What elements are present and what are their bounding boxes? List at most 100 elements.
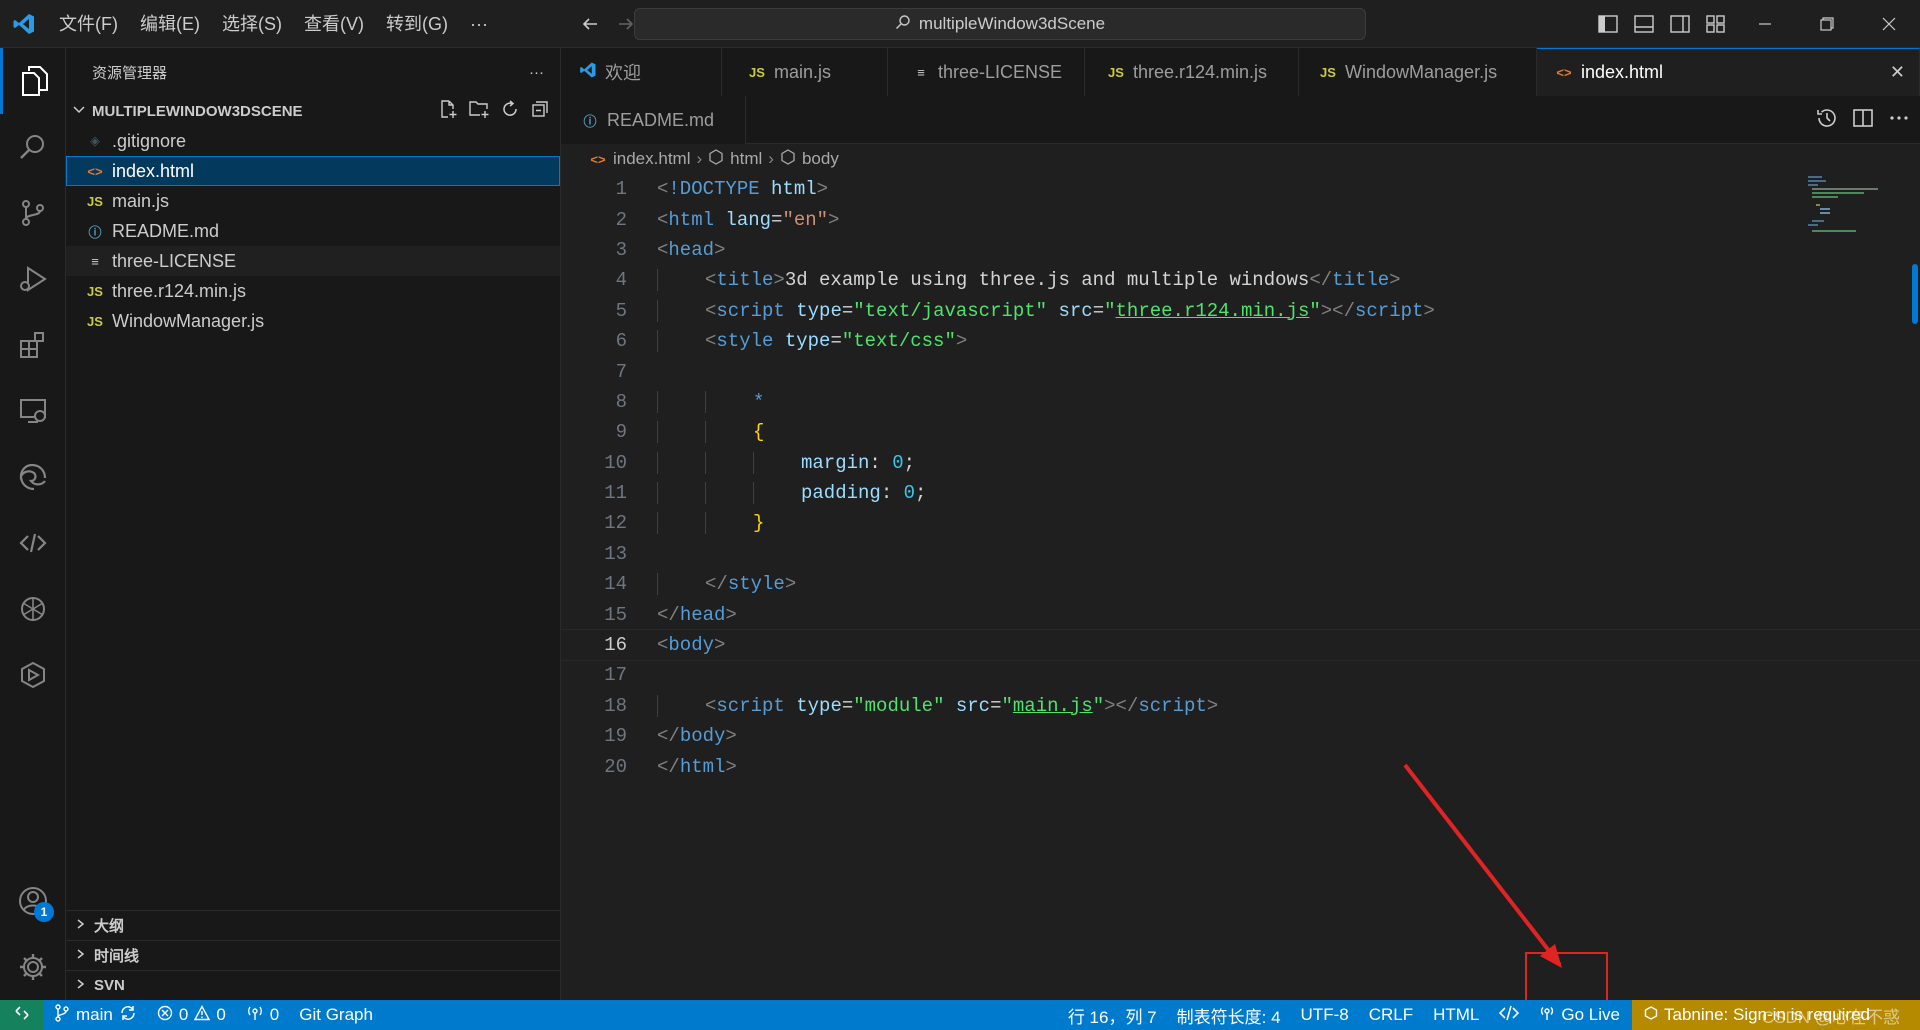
menu-edit[interactable]: 编辑(E) <box>129 0 211 48</box>
code-line[interactable]: 17 <box>561 660 1920 690</box>
new-file-icon[interactable] <box>438 99 458 123</box>
code-line[interactable]: 20 </html> <box>561 751 1920 781</box>
sync-icon[interactable] <box>119 1004 137 1027</box>
problems-status[interactable]: 0 0 <box>147 1000 236 1030</box>
code-line[interactable]: 11 padding: 0; <box>561 478 1920 508</box>
code-line[interactable]: 9{ <box>561 417 1920 447</box>
code-line[interactable]: 16 <body> <box>560 628 1920 662</box>
breadcrumb-html[interactable]: html <box>730 149 762 169</box>
live-share-icon[interactable] <box>0 510 66 576</box>
command-center-search[interactable]: multipleWindow3dScene <box>634 8 1366 40</box>
git-graph-button[interactable]: Git Graph <box>289 1000 383 1030</box>
toggle-secondary-sidebar-icon[interactable] <box>1662 6 1698 42</box>
eol-status[interactable]: CRLF <box>1359 1000 1423 1030</box>
remote-icon <box>14 1005 30 1026</box>
split-editor-icon[interactable] <box>1852 107 1874 134</box>
codewhisperer-icon[interactable] <box>0 642 66 708</box>
outline-panel[interactable]: 大纲 <box>66 910 560 940</box>
indentation-status[interactable]: 制表符长度: 4 <box>1167 1000 1291 1030</box>
tab-welcome[interactable]: 欢迎 <box>561 48 722 96</box>
workspace-folder[interactable]: MULTIPLEWINDOW3DSCENE <box>66 96 560 126</box>
language-mode[interactable]: HTML <box>1423 1000 1489 1030</box>
live-share-status[interactable] <box>1489 1000 1529 1030</box>
restore-icon[interactable] <box>1796 0 1858 48</box>
timeline-panel[interactable]: 时间线 <box>66 940 560 970</box>
indent-guide <box>705 421 706 444</box>
code-line[interactable]: 7 <box>561 356 1920 386</box>
git-branch-status[interactable]: main <box>44 1000 147 1030</box>
code-line[interactable]: 19 </body> <box>561 721 1920 751</box>
tab-three-min-js[interactable]: JS three.r124.min.js <box>1085 48 1299 96</box>
search-icon[interactable] <box>0 114 66 180</box>
code-line[interactable]: 5 <script type="text/javascript" src="thr… <box>561 296 1920 326</box>
code-line[interactable]: 14 </style> <box>561 569 1920 599</box>
tab-main-js[interactable]: JS main.js <box>722 48 888 96</box>
svn-panel[interactable]: SVN <box>66 970 560 1000</box>
encoding-status[interactable]: UTF-8 <box>1291 1000 1359 1030</box>
go-live-button[interactable]: Go Live <box>1529 1000 1632 1030</box>
minimize-icon[interactable] <box>1734 0 1796 48</box>
explorer-icon[interactable] <box>0 48 66 114</box>
menu-selection[interactable]: 选择(S) <box>211 0 293 48</box>
extensions-icon[interactable] <box>0 312 66 378</box>
tab-window-manager-js[interactable]: JS WindowManager.js <box>1299 48 1537 96</box>
file-item-three-r124-min-js[interactable]: JS three.r124.min.js <box>66 276 560 306</box>
tab-index-html[interactable]: <> index.html ✕ <box>1537 48 1920 96</box>
close-tab-icon[interactable]: ✕ <box>1890 62 1905 83</box>
more-actions-icon[interactable] <box>1888 107 1910 134</box>
code-line[interactable]: 18 <script type="module" src="main.js"></… <box>561 691 1920 721</box>
close-window-icon[interactable] <box>1858 0 1920 48</box>
code-line[interactable]: 4 <title>3d example using three.js and mu… <box>561 265 1920 295</box>
collapse-all-icon[interactable] <box>530 99 550 123</box>
minimap[interactable] <box>1808 174 1888 234</box>
breadcrumb-body[interactable]: body <box>802 149 839 169</box>
line-content: </body> <box>627 725 737 747</box>
cursor-position[interactable]: 行 16，列 7 <box>1058 1000 1167 1030</box>
file-item-index-html[interactable]: <> index.html <box>66 156 560 186</box>
refresh-icon[interactable] <box>500 99 520 123</box>
breadcrumb-file[interactable]: index.html <box>613 149 690 169</box>
code-line[interactable]: 12} <box>561 508 1920 538</box>
editor-scrollbar[interactable] <box>1906 174 1920 1000</box>
code-line[interactable]: 2 <html lang="en"> <box>561 204 1920 234</box>
toggle-panel-icon[interactable] <box>1626 6 1662 42</box>
file-item-three-license[interactable]: ≡ three-LICENSE <box>66 246 560 276</box>
menu-view[interactable]: 查看(V) <box>293 0 375 48</box>
code-token: 3d example using three.js and multiple w… <box>784 269 1310 292</box>
timeline-history-icon[interactable] <box>1816 107 1838 134</box>
scrollbar-thumb[interactable] <box>1912 264 1918 324</box>
chatgpt-icon[interactable] <box>0 576 66 642</box>
code-line[interactable]: 3 <head> <box>561 235 1920 265</box>
code-editor[interactable]: 1 <!DOCTYPE html> 2 <html lang="en"> 3 <head>… <box>560 174 1920 782</box>
new-folder-icon[interactable] <box>468 99 490 123</box>
customize-layout-icon[interactable] <box>1698 6 1734 42</box>
code-line[interactable]: 6 <style type="text/css"> <box>561 326 1920 356</box>
toggle-primary-sidebar-icon[interactable] <box>1590 6 1626 42</box>
code-line[interactable]: 8 * <box>561 387 1920 417</box>
edge-devtools-icon[interactable] <box>0 444 66 510</box>
source-control-icon[interactable] <box>0 180 66 246</box>
menu-go[interactable]: 转到(G) <box>375 0 459 48</box>
remote-explorer-icon[interactable] <box>0 378 66 444</box>
back-arrow-icon[interactable] <box>579 13 601 35</box>
menu-more[interactable]: ··· <box>459 0 499 48</box>
indent-guide <box>705 390 706 413</box>
code-line[interactable]: 13 <box>561 539 1920 569</box>
accounts-icon[interactable]: 1 <box>0 868 66 934</box>
file-item-main-js[interactable]: JS main.js <box>66 186 560 216</box>
file-item-readme-md[interactable]: ⓘ README.md <box>66 216 560 246</box>
file-item-gitignore[interactable]: ◈ .gitignore <box>66 126 560 156</box>
file-item-windowmanager-js[interactable]: JS WindowManager.js <box>66 306 560 336</box>
sidebar-more-button[interactable]: ··· <box>529 64 544 81</box>
ports-status[interactable]: 0 <box>236 1000 289 1030</box>
code-line[interactable]: 10 margin: 0; <box>561 448 1920 478</box>
code-line[interactable]: 1 <!DOCTYPE html> <box>561 174 1920 204</box>
code-token: </ <box>657 603 680 626</box>
tab-three-license[interactable]: ≡ three-LICENSE <box>888 48 1085 96</box>
remote-indicator[interactable] <box>0 1000 44 1030</box>
tab-readme-md[interactable]: ⓘ README.md <box>561 96 746 144</box>
run-debug-icon[interactable] <box>0 246 66 312</box>
settings-gear-icon[interactable] <box>0 934 66 1000</box>
code-line[interactable]: 15 </head> <box>561 599 1920 629</box>
menu-file[interactable]: 文件(F) <box>48 0 129 48</box>
